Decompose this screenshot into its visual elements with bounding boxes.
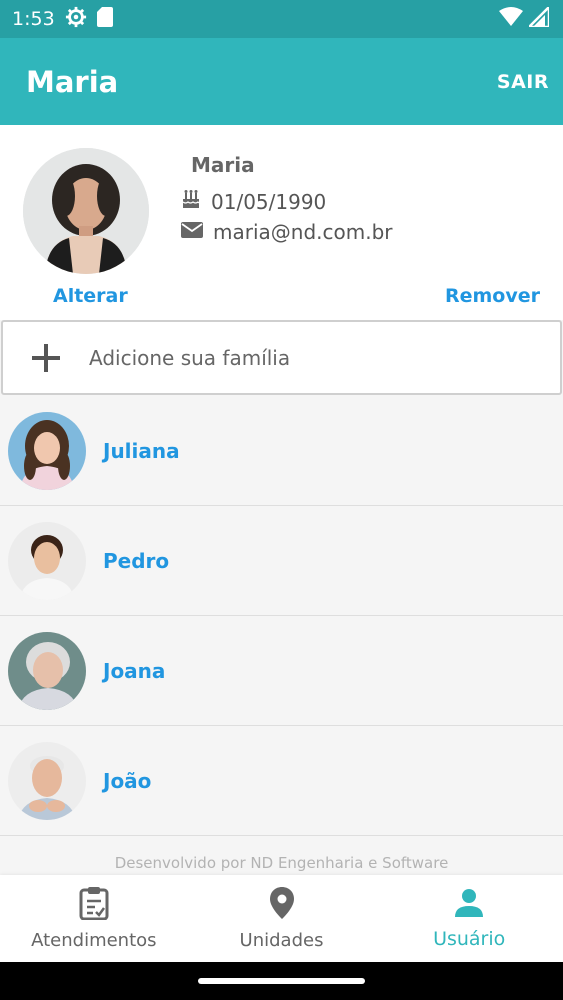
status-icons-right (499, 3, 551, 31)
tab-label: Atendimentos (31, 930, 157, 951)
email-value: maria@nd.com.br (213, 220, 393, 244)
birth-date: 01/05/1990 (211, 189, 327, 214)
profile-card: Maria 01/05/1990 maria@nd.com.br Alterar… (0, 125, 563, 320)
family-member-name: João (103, 768, 152, 793)
avatar (8, 741, 86, 820)
status-time: 1:53 (12, 8, 55, 30)
home-gesture-handle[interactable] (198, 978, 365, 984)
clipboard-icon (79, 886, 109, 924)
tab-atendimentos[interactable]: Atendimentos (0, 875, 188, 962)
list-item[interactable]: João (0, 726, 563, 836)
family-member-name: Joana (103, 658, 166, 683)
page-title: Maria (26, 64, 119, 99)
remove-photo-button[interactable]: Remover (445, 285, 540, 307)
birth-date-row: 01/05/1990 (181, 189, 326, 214)
family-member-name: Juliana (103, 438, 180, 463)
settings-icon (65, 6, 87, 32)
list-item[interactable]: Juliana (0, 396, 563, 506)
list-item[interactable]: Pedro (0, 506, 563, 616)
person-icon (454, 888, 484, 922)
family-list: Juliana Pedro Joana João (0, 396, 563, 836)
avatar[interactable] (23, 148, 149, 274)
add-family-button[interactable]: Adicione sua família (1, 320, 562, 395)
add-family-label: Adicione sua família (89, 345, 291, 370)
logout-button[interactable]: SAIR (497, 71, 549, 93)
sd-card-icon (96, 7, 113, 31)
change-photo-button[interactable]: Alterar (53, 285, 128, 307)
avatar (8, 521, 86, 600)
tab-unidades[interactable]: Unidades (188, 875, 376, 962)
tab-usuario[interactable]: Usuário (375, 875, 563, 962)
wifi-icon (499, 7, 523, 31)
tab-label: Usuário (433, 927, 506, 950)
avatar (8, 631, 86, 710)
list-item[interactable]: Joana (0, 616, 563, 726)
system-navigation-bar (0, 962, 563, 1000)
plus-icon (3, 343, 89, 373)
signal-icon (525, 3, 551, 31)
avatar (8, 411, 86, 490)
status-bar: 1:53 (0, 0, 563, 38)
email-row: maria@nd.com.br (181, 220, 393, 244)
birthday-cake-icon (181, 189, 201, 214)
status-icons-left (65, 6, 113, 32)
profile-name: Maria (191, 153, 255, 177)
map-pin-icon (269, 886, 295, 924)
family-member-name: Pedro (103, 548, 170, 573)
tab-label: Unidades (239, 930, 324, 951)
envelope-icon (181, 220, 203, 244)
bottom-navigation: Atendimentos Unidades Usuário (0, 875, 563, 962)
developer-credit: Desenvolvido por ND Engenharia e Softwar… (114, 854, 449, 872)
app-bar: Maria SAIR (0, 38, 563, 125)
